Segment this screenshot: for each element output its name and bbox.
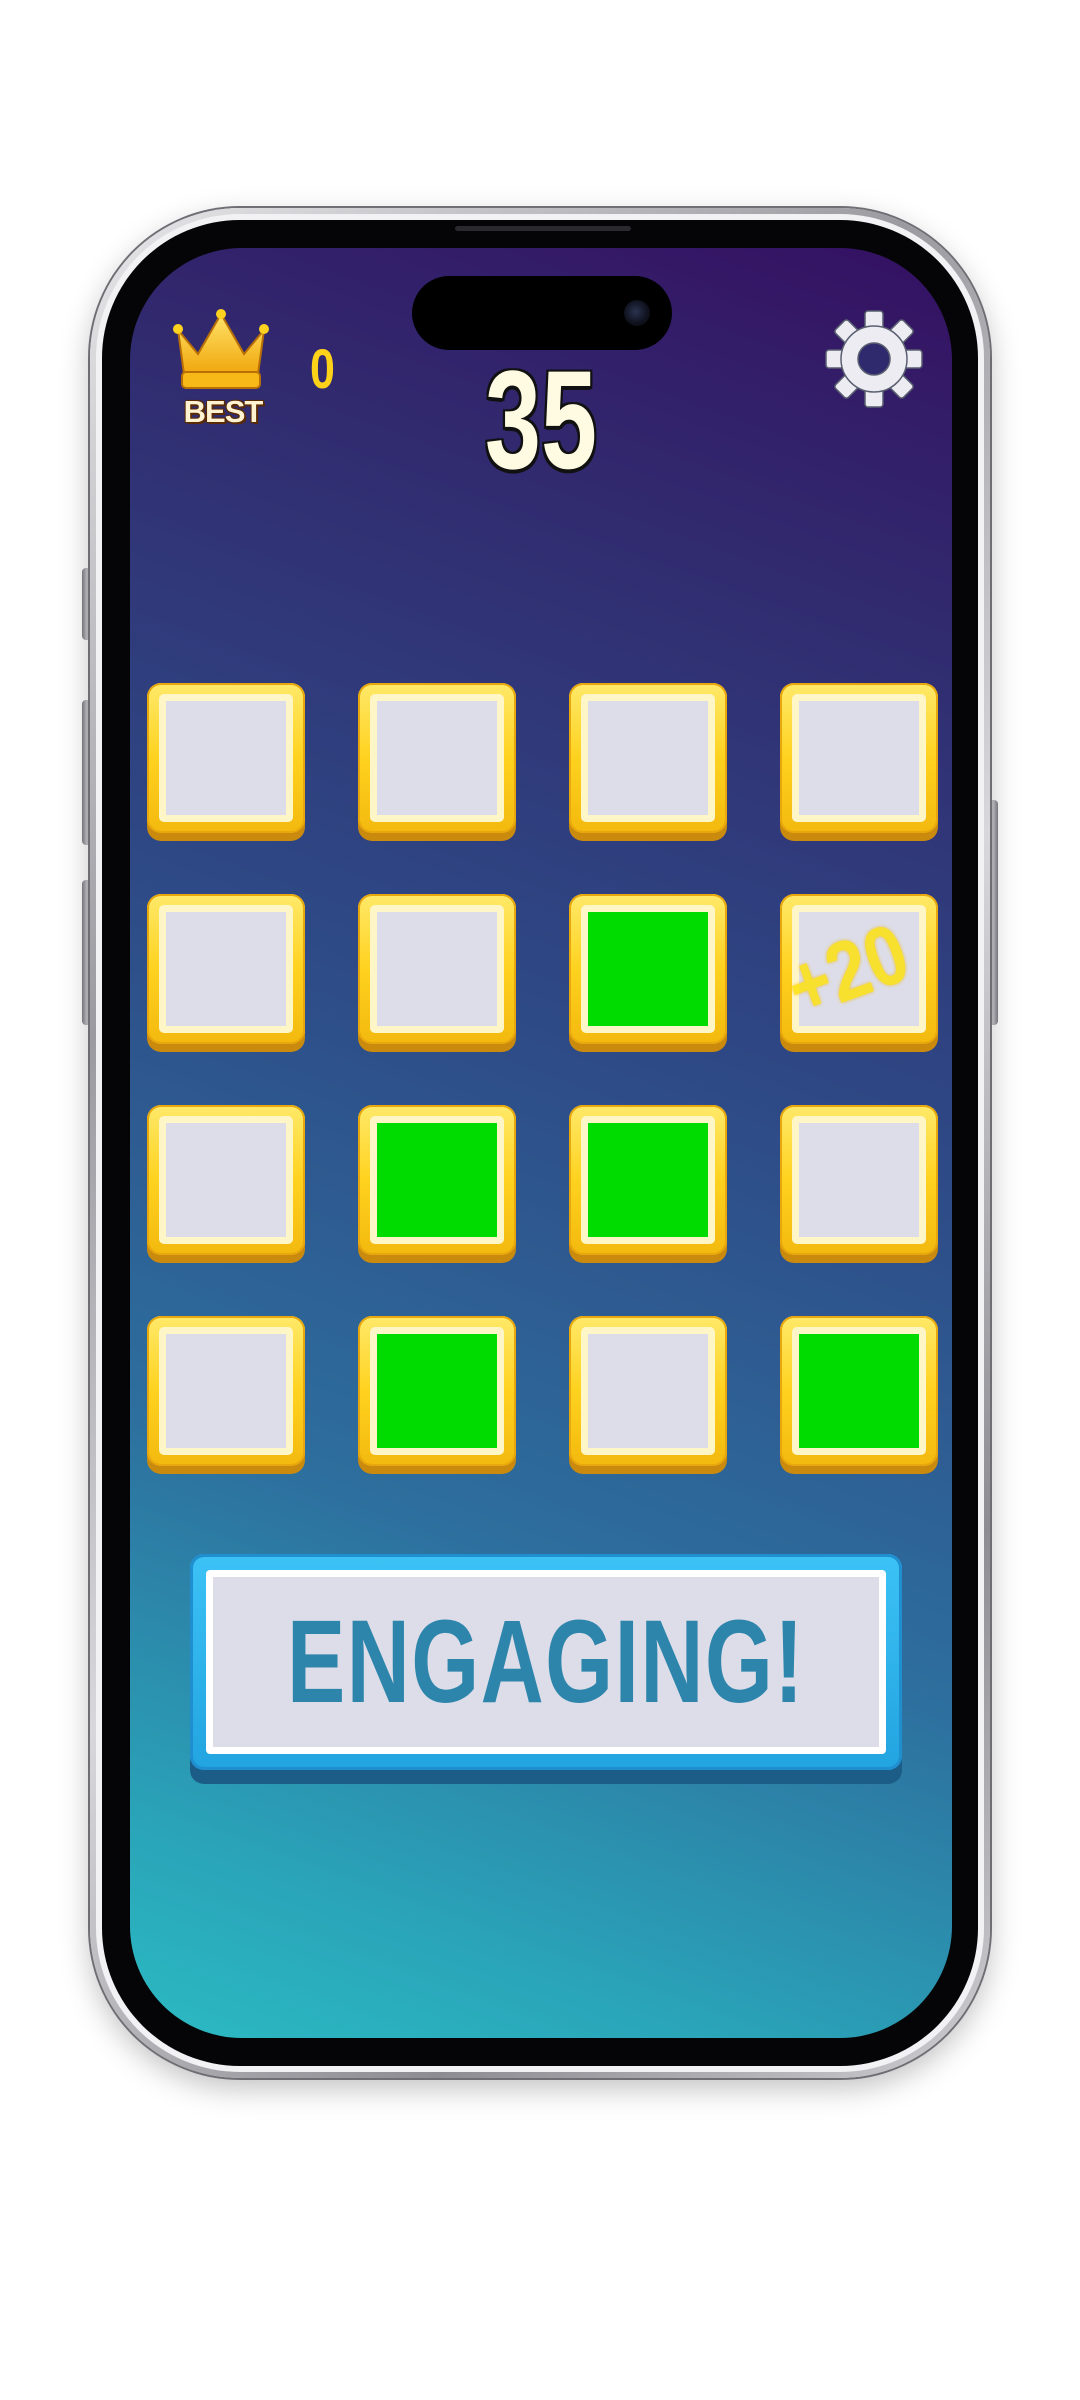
tile-r2-c3[interactable] <box>569 894 727 1052</box>
tile-r4-c4[interactable] <box>780 1316 938 1474</box>
tile-r4-c2[interactable] <box>358 1316 516 1474</box>
tile-fill <box>166 701 286 815</box>
button-label-wrap: ENGAGING! <box>190 1554 902 1770</box>
tile-fill <box>588 1334 708 1448</box>
best-label: BEST <box>183 394 264 429</box>
tile-fill <box>377 1123 497 1237</box>
tile-r4-c3[interactable] <box>569 1316 727 1474</box>
tile-r3-c1[interactable] <box>147 1105 305 1263</box>
tile-fill <box>799 1334 919 1448</box>
best-score-value: 0 <box>310 337 335 400</box>
tile-r1-c4[interactable] <box>780 683 938 841</box>
tile-fill <box>799 1123 919 1237</box>
tile-r4-c1[interactable] <box>147 1316 305 1474</box>
tile-fill <box>377 701 497 815</box>
tile-r3-c2[interactable] <box>358 1105 516 1263</box>
game-screen: BEST 0 35 +20 ENGAGING! <box>130 248 952 2038</box>
crown-icon <box>173 309 269 389</box>
dynamic-island <box>412 276 672 350</box>
tile-r2-c2[interactable] <box>358 894 516 1052</box>
tile-r3-c4[interactable] <box>780 1105 938 1263</box>
current-score: 35 <box>484 341 598 498</box>
tile-fill <box>588 912 708 1026</box>
tile-r3-c3[interactable] <box>569 1105 727 1263</box>
tile-fill <box>377 912 497 1026</box>
front-camera <box>624 300 650 326</box>
tile-fill <box>588 1123 708 1237</box>
tile-r1-c1[interactable] <box>147 683 305 841</box>
tile-fill <box>166 1334 286 1448</box>
tile-fill <box>377 1334 497 1448</box>
tile-fill <box>166 912 286 1026</box>
gear-icon[interactable] <box>824 309 924 409</box>
tile-fill <box>588 701 708 815</box>
tile-r1-c3[interactable] <box>569 683 727 841</box>
tile-r1-c2[interactable] <box>358 683 516 841</box>
tile-r2-c1[interactable] <box>147 894 305 1052</box>
tile-fill <box>799 701 919 815</box>
engaging-label: ENGAGING! <box>287 1596 805 1728</box>
engaging-button[interactable]: ENGAGING! <box>190 1554 902 1784</box>
tile-fill <box>166 1123 286 1237</box>
speaker-grille <box>455 226 631 231</box>
